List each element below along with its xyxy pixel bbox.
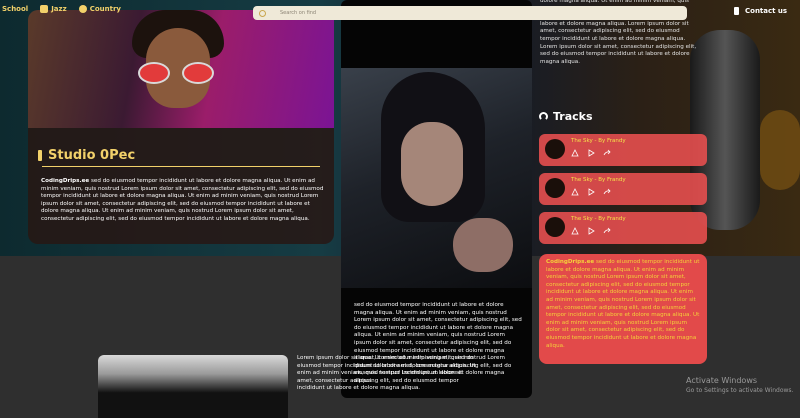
- studio-card: Studio 0Pec CodingDrips.ee sed do eiusmo…: [28, 10, 334, 244]
- watermark-title: Activate Windows: [686, 376, 758, 385]
- track-thumbnail: [545, 217, 565, 237]
- track-title[interactable]: The Sky - By Frandy: [571, 216, 626, 222]
- headphones-icon: [539, 112, 548, 121]
- tracks-title-text: Tracks: [553, 110, 593, 123]
- phone-icon: [734, 7, 739, 15]
- watermark-subtitle: Go to Settings to activate Windows.: [686, 387, 794, 394]
- studio-body-text: sed do eiusmod tempor incididunt ut labo…: [41, 178, 324, 222]
- nav-links: School Jazz Country: [2, 5, 121, 13]
- nav-country-label[interactable]: Country: [90, 5, 121, 13]
- contact-label[interactable]: Contact us: [745, 7, 787, 15]
- alert-icon[interactable]: [571, 188, 579, 196]
- play-icon[interactable]: [587, 188, 595, 196]
- track-title[interactable]: The Sky - By Frandy: [571, 177, 626, 183]
- track-title[interactable]: The Sky - By Frandy: [571, 138, 626, 144]
- studio-description: CodingDrips.ee sed do eiusmod tempor inc…: [41, 178, 325, 224]
- play-icon[interactable]: [587, 149, 595, 157]
- search-placeholder: Search on find: [280, 10, 317, 16]
- singer-photo: [341, 68, 532, 288]
- track-item[interactable]: The Sky - By Frandy: [539, 212, 707, 244]
- red-glasses: [138, 62, 216, 84]
- singer-face: [401, 122, 463, 206]
- nav-jazz-label[interactable]: Jazz: [51, 5, 66, 13]
- tracks-heading: Tracks: [539, 110, 593, 123]
- coral-brand: CodingDrips.ee: [546, 259, 595, 265]
- jacket-photo: [98, 355, 288, 418]
- search-input[interactable]: Search on find: [253, 6, 687, 20]
- headphones-icon: [78, 5, 87, 13]
- singer-hand: [453, 218, 513, 272]
- navbar: School Jazz Country Search on find Conta…: [0, 0, 800, 24]
- track-item[interactable]: The Sky - By Frandy: [539, 134, 707, 166]
- coral-body-text: sed do eiusmod tempor incididunt ut labo…: [546, 259, 700, 349]
- play-icon[interactable]: [587, 227, 595, 235]
- studio-brand: CodingDrips.ee: [41, 178, 90, 184]
- track-thumbnail: [545, 139, 565, 159]
- center-card: sed do eiusmod tempor incididunt ut labo…: [341, 0, 532, 398]
- studio-title: Studio 0Pec: [38, 148, 135, 163]
- studio-divider: [42, 166, 320, 167]
- share-icon[interactable]: [603, 227, 611, 235]
- nav-school-label[interactable]: School: [2, 5, 28, 13]
- track-item[interactable]: The Sky - By Frandy: [539, 173, 707, 205]
- jazz-icon: [40, 5, 49, 13]
- share-icon[interactable]: [603, 188, 611, 196]
- alert-icon[interactable]: [571, 149, 579, 157]
- share-icon[interactable]: [603, 149, 611, 157]
- coral-info-panel: CodingDrips.ee sed do eiusmod tempor inc…: [539, 254, 707, 364]
- nav-item-school[interactable]: School: [2, 5, 28, 13]
- search-icon: [259, 9, 266, 17]
- coral-panel-text: CodingDrips.ee sed do eiusmod tempor inc…: [546, 259, 700, 350]
- nav-item-jazz[interactable]: Jazz: [40, 5, 67, 13]
- studio-title-text: Studio 0Pec: [48, 148, 136, 163]
- info-icon: [38, 150, 42, 161]
- nav-item-country[interactable]: Country: [78, 5, 121, 13]
- alert-icon[interactable]: [571, 227, 579, 235]
- track-thumbnail: [545, 178, 565, 198]
- studio-light-image: [760, 110, 800, 190]
- activate-windows-watermark: Activate Windows Go to Settings to activ…: [686, 376, 793, 394]
- bottom-text: Lorem ipsum dolor sit amet, consectetur …: [297, 355, 476, 392]
- contact-button[interactable]: Contact us: [734, 7, 787, 15]
- studio-photo: [28, 10, 334, 128]
